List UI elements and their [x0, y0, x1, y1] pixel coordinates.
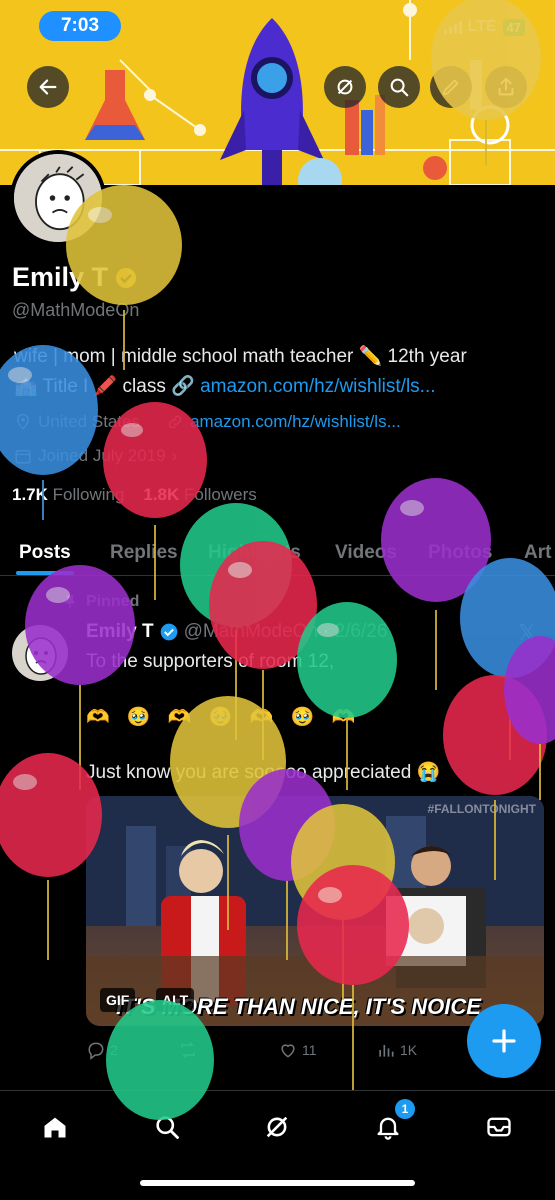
following-count: 1.7K: [12, 485, 48, 504]
balloon-icon: [381, 478, 491, 690]
like-action[interactable]: 11: [278, 1040, 317, 1060]
views-action[interactable]: 1K: [376, 1040, 417, 1060]
share-icon: [498, 77, 514, 96]
profile-website-link[interactable]: amazon.com/hz/wishlist/ls...: [190, 412, 401, 432]
post-text-line1: To the supporters of room 12,: [86, 651, 335, 672]
arrow-left-icon: [39, 79, 57, 95]
pinned-indicator: Pinned: [62, 593, 139, 611]
post-author-name[interactable]: Emily T: [86, 621, 154, 643]
x-logo-icon: 𝕏: [518, 620, 536, 645]
search-icon: [156, 1116, 179, 1139]
tab-photos[interactable]: Photos: [428, 536, 492, 564]
reply-count: 2: [110, 1042, 118, 1058]
profile-counts: 1.7K Following 1.8K Followers: [12, 485, 257, 505]
verified-blue-icon: [160, 623, 177, 641]
profile-tabs: Posts Replies Highlights Videos Photos A…: [0, 530, 555, 576]
tab-art[interactable]: Art: [524, 536, 551, 564]
status-indicators: LTE 47: [443, 18, 525, 36]
notifications-badge: 1: [395, 1099, 415, 1119]
grok-icon: [266, 1116, 288, 1138]
verified-badge-icon[interactable]: [114, 266, 138, 290]
back-button[interactable]: [27, 66, 69, 108]
link-icon: [168, 415, 182, 429]
post-date: · 2/6/26: [322, 621, 388, 642]
mail-icon: [487, 1117, 511, 1137]
pinned-label: Pinned: [86, 593, 140, 610]
repost-action[interactable]: [178, 1040, 202, 1060]
profile-meta-joined-row: Joined July 2019 ›: [14, 446, 177, 466]
grok-icon: [337, 79, 353, 95]
profile-handle: @MathModeOn: [12, 300, 140, 320]
post-text-emoji-line: 🫶 🥹 🫶 🥹 🫶 🥹 🫶: [86, 707, 362, 728]
compose-post-button[interactable]: [467, 1004, 541, 1078]
gif-badge: GIF: [100, 988, 136, 1012]
tab-highlights[interactable]: Highlights: [208, 536, 301, 564]
profile-bio-line2: 🏫 Title I 🖍️ class 🔗 amazon.com/hz/wishl…: [14, 374, 436, 398]
pencil-icon: [442, 79, 459, 96]
followers-count: 1.8K: [143, 485, 180, 504]
like-count: 11: [302, 1042, 317, 1058]
post-actions: 2 11 1K: [86, 1040, 446, 1062]
chevron-right-icon[interactable]: ›: [172, 446, 178, 466]
tab-replies[interactable]: Replies: [110, 536, 178, 564]
balloon-icon: [504, 636, 555, 800]
followers-label: Followers: [184, 485, 257, 504]
edit-button[interactable]: [430, 66, 472, 108]
post-author-handle[interactable]: @MathModeOn: [184, 621, 318, 643]
views-count: 1K: [400, 1042, 418, 1058]
bell-icon: [377, 1117, 399, 1140]
profile-joined: Joined July 2019: [38, 446, 166, 465]
media-watermark: #FALLONTONIGHT: [427, 802, 536, 816]
search-icon: [390, 78, 409, 97]
calendar-icon: [15, 450, 31, 464]
profile-avatar[interactable]: [10, 150, 106, 246]
profile-name: Emily T: [12, 262, 109, 292]
tab-posts[interactable]: Posts: [19, 536, 71, 564]
repost-icon: [181, 1041, 195, 1059]
location-pin-icon: [16, 413, 30, 430]
reply-icon: [88, 1042, 104, 1060]
battery-icon: 47: [502, 18, 525, 36]
post-media-gif[interactable]: #FALLONTONIGHT IT'S MORE THAN NICE, IT'S…: [86, 796, 544, 1026]
nav-home[interactable]: [35, 1107, 75, 1147]
heart-icon: [281, 1044, 295, 1058]
nav-grok[interactable]: [257, 1107, 297, 1147]
grok-button[interactable]: [324, 66, 366, 108]
avatar-drawing: [25, 637, 57, 675]
views-chart-icon: [379, 1045, 394, 1057]
profile-bio: wife | mom | middle school math teacher …: [14, 346, 467, 367]
profile-location: United States: [38, 412, 141, 431]
plus-icon: [492, 1029, 516, 1053]
bio-wishlist-link[interactable]: amazon.com/hz/wishlist/ls...: [200, 376, 435, 397]
alt-badge[interactable]: ALT: [156, 988, 195, 1012]
gif-frame: [86, 796, 544, 1026]
search-button[interactable]: [378, 66, 420, 108]
home-indicator: [140, 1180, 415, 1186]
pin-icon: [64, 595, 76, 608]
followers-link[interactable]: 1.8K Followers: [143, 485, 256, 504]
profile-name-row: Emily T: [12, 262, 138, 293]
tab-videos[interactable]: Videos: [335, 536, 397, 564]
nav-search[interactable]: [147, 1107, 187, 1147]
share-button[interactable]: [485, 66, 527, 108]
balloon-icon: [460, 558, 555, 760]
post-text-line3: Just know you are sooooo appreciated 😭: [86, 762, 441, 783]
profile-meta-location-row: United States amazon.com/hz/wishlist/ls.…: [14, 412, 401, 432]
reply-action[interactable]: 2: [86, 1040, 118, 1060]
status-time: 7:03: [39, 11, 121, 41]
following-link[interactable]: 1.7K Following: [12, 485, 124, 504]
home-icon: [44, 1117, 66, 1138]
post-header: Emily T @MathModeOn · 2/6/26: [86, 621, 387, 643]
network-type: LTE: [467, 18, 497, 35]
active-tab-indicator: [16, 571, 74, 575]
following-label: Following: [52, 485, 125, 504]
post-author-avatar[interactable]: [12, 625, 68, 681]
nav-messages[interactable]: [479, 1107, 519, 1147]
bio-text: 🏫 Title I 🖍️ class 🔗: [14, 376, 201, 397]
signal-icon: [443, 20, 462, 34]
avatar-drawing: [14, 154, 102, 242]
